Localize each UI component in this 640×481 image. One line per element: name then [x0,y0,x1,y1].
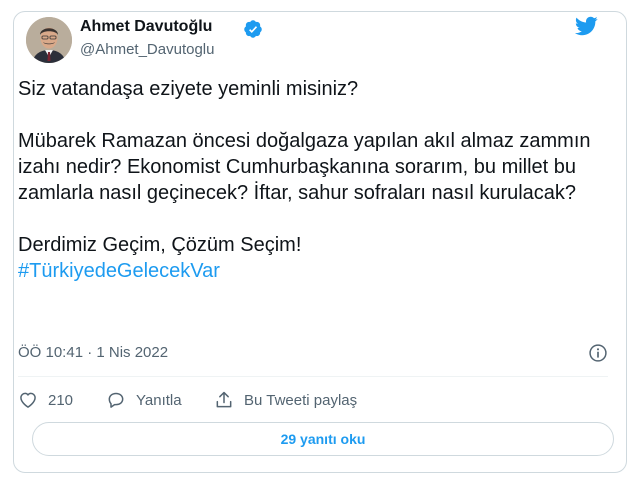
tweet-paragraph: Mübarek Ramazan öncesi doğalgaza yapılan… [18,130,591,204]
author-handle[interactable]: @Ahmet_Davutoglu [80,41,214,58]
tweet-paragraph: Siz vatandaşa eziyete yeminli misiniz? [18,78,359,100]
share-button[interactable]: Bu Tweeti paylaş [214,388,357,412]
timestamp[interactable]: ÖÖ 10:41 · 1 Nis 2022 [18,344,168,361]
avatar[interactable] [26,17,72,63]
tweet-paragraph: Derdimiz Geçim, Çözüm Seçim! [18,234,302,256]
divider [18,376,608,377]
hashtag-link[interactable]: #TürkiyedeGelecekVar [18,260,220,282]
reply-label: Yanıtla [136,391,182,409]
verified-badge-icon [244,20,262,38]
share-icon [216,391,232,408]
read-replies-button[interactable]: 29 yanıtı oku [32,422,614,456]
heart-icon [20,392,36,408]
like-count: 210 [48,391,74,409]
like-button[interactable]: 210 [18,388,73,412]
share-label: Bu Tweeti paylaş [244,391,358,409]
tweet-meta: ÖÖ 10:41 · 1 Nis 2022 [18,343,610,365]
reply-button[interactable]: Yanıtla [106,388,182,412]
tweet-text: Siz vatandaşa eziyete yeminli misiniz? M… [18,76,608,284]
action-bar: 210 Yanıtla Bu Tweeti paylaş [18,388,608,412]
reply-icon [108,392,124,408]
twitter-bird-icon[interactable] [572,14,600,38]
info-icon[interactable] [588,343,608,363]
author-name[interactable]: Ahmet Davutoğlu [80,18,212,36]
